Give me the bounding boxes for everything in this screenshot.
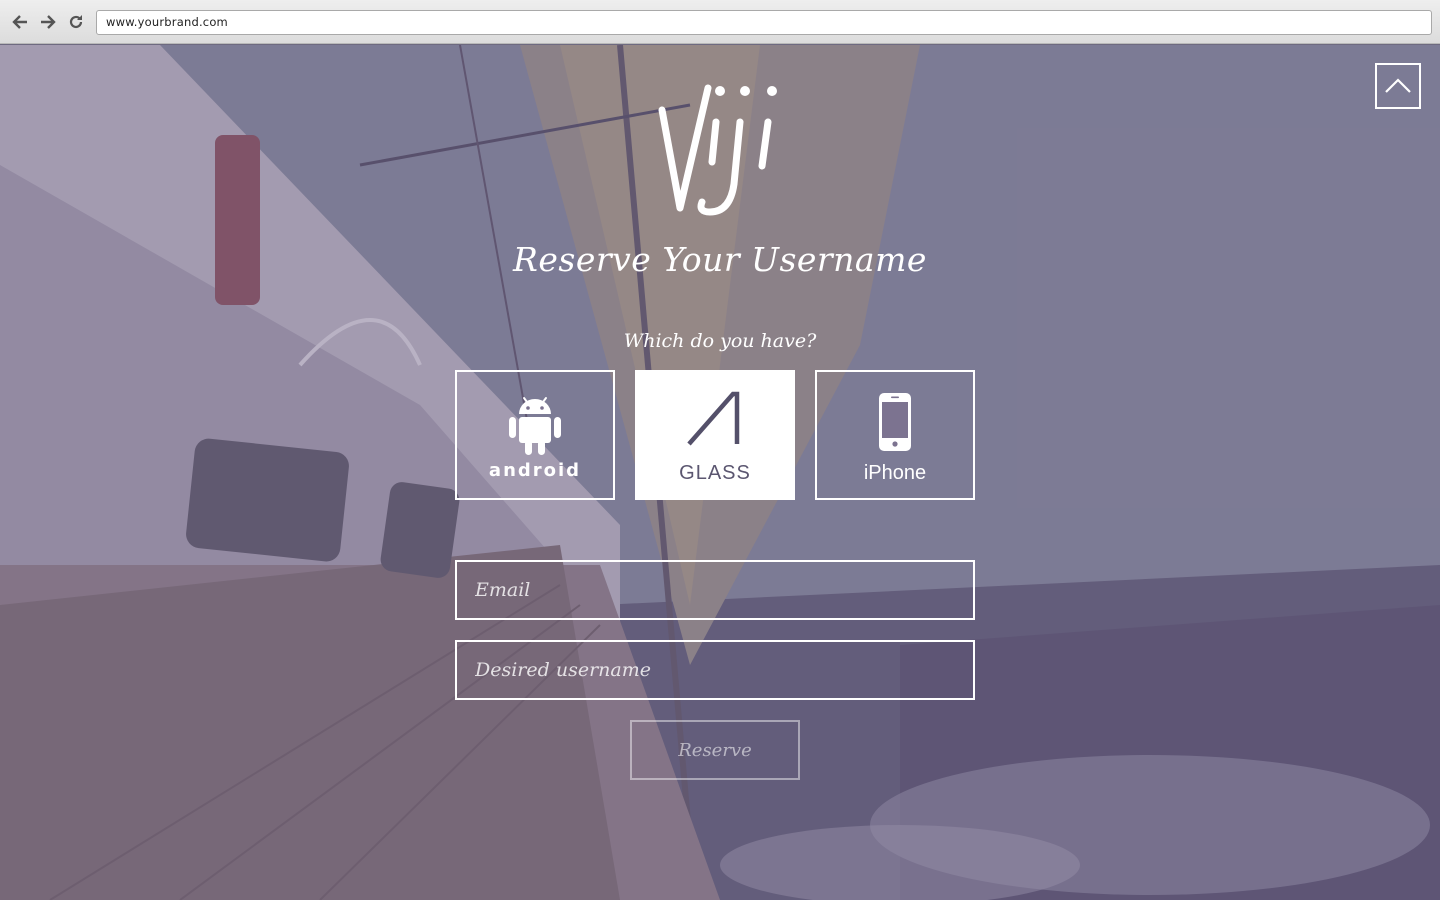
back-to-top-button[interactable] [1375, 63, 1421, 109]
chevron-up-icon [1385, 78, 1411, 93]
device-option-android[interactable]: android [455, 370, 615, 500]
viji-logo [658, 84, 777, 216]
arrow-right-icon[interactable] [38, 11, 58, 33]
browser-toolbar: www.yourbrand.com [0, 0, 1440, 44]
page-title: Reserve Your Username [513, 240, 927, 279]
address-bar[interactable]: www.yourbrand.com [96, 10, 1432, 35]
device-label: iPhone [863, 462, 927, 484]
device-option-glass[interactable]: GLASS [635, 370, 795, 500]
glass-icon [637, 390, 793, 448]
reserve-button[interactable]: Reserve [630, 720, 800, 780]
device-option-iphone[interactable]: iPhone [815, 370, 975, 500]
device-label: android [488, 460, 582, 481]
iphone-icon [817, 392, 973, 452]
android-robot-icon [457, 392, 613, 456]
arrow-left-icon[interactable] [10, 11, 30, 33]
device-question: Which do you have? [623, 330, 817, 352]
reload-icon[interactable] [66, 11, 86, 33]
device-label: GLASS [679, 462, 751, 484]
email-field[interactable] [455, 560, 975, 620]
username-field[interactable] [455, 640, 975, 700]
